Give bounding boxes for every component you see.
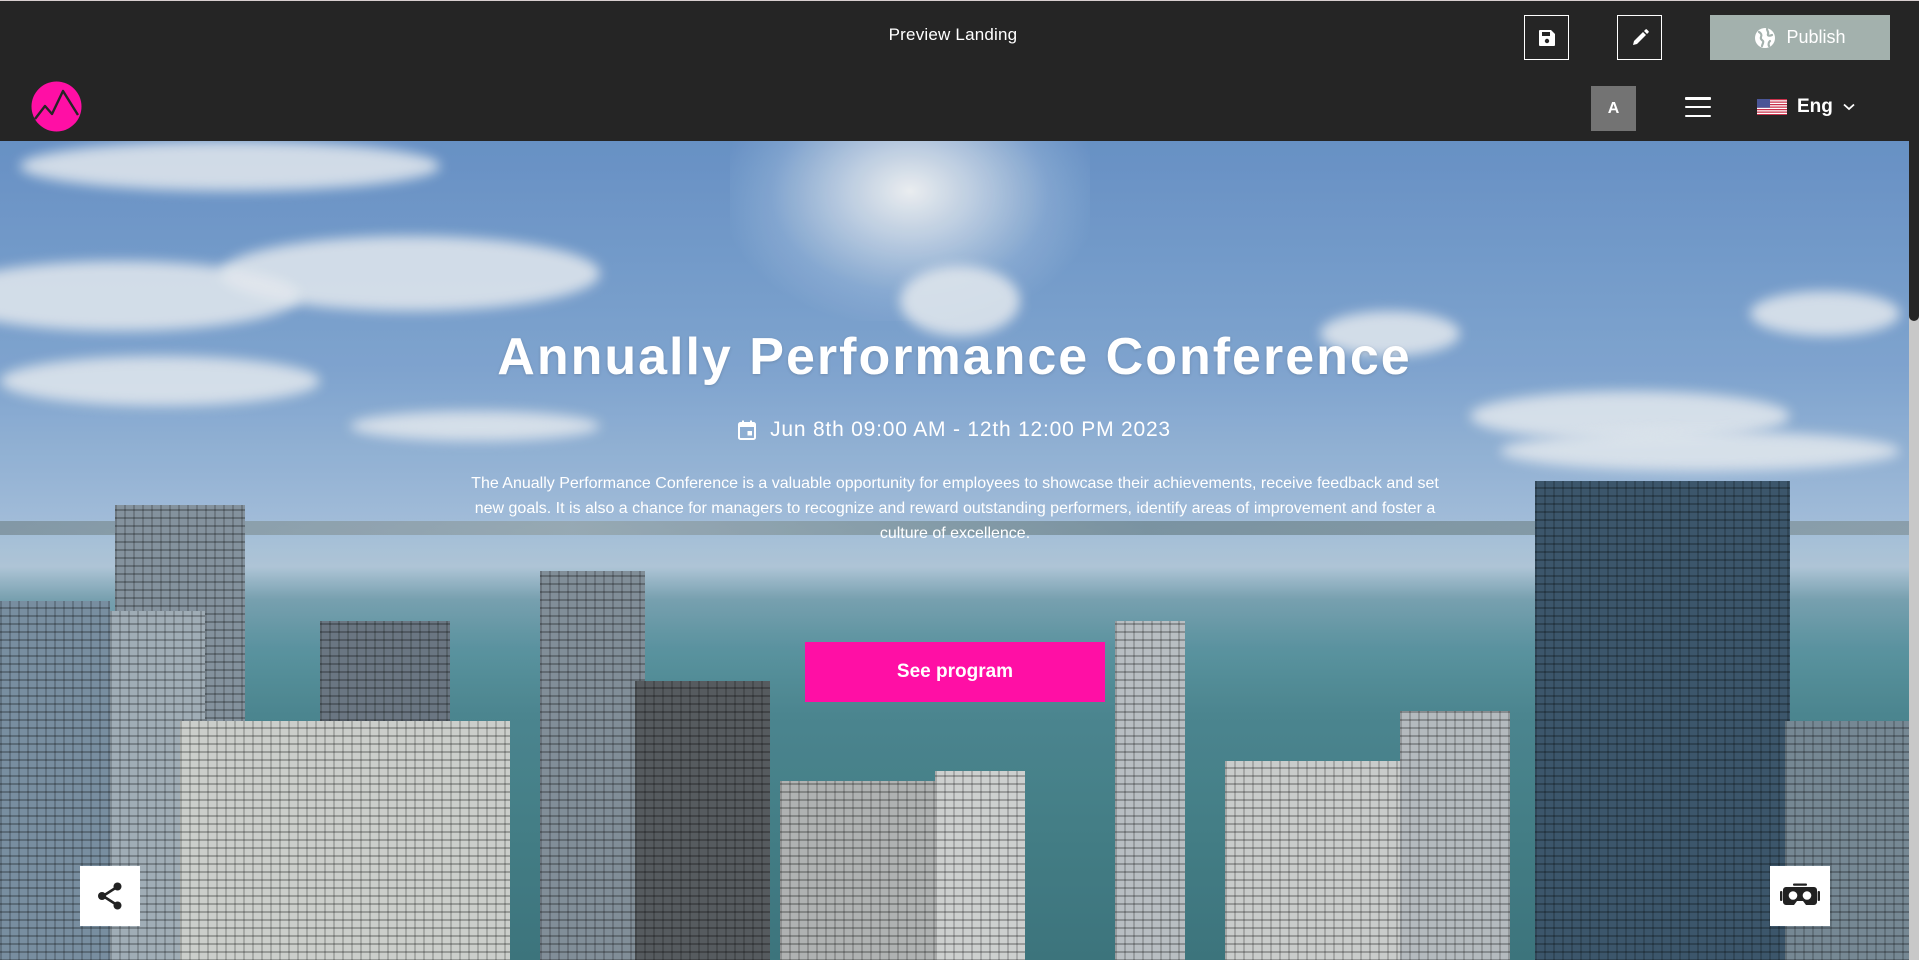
- see-program-button[interactable]: See program: [805, 642, 1105, 702]
- mountain-logo-icon[interactable]: [31, 81, 82, 132]
- chevron-down-icon: [1843, 103, 1855, 111]
- publish-button[interactable]: Publish: [1710, 15, 1890, 60]
- hero-section: Annually Performance Conference Jun 8th …: [0, 141, 1909, 960]
- pencil-icon: [1632, 28, 1649, 45]
- hero-overlay: [0, 141, 1909, 960]
- vr-headset-icon: [1780, 883, 1820, 905]
- event-date-text: Jun 8th 09:00 AM - 12th 12:00 PM 2023: [770, 418, 1171, 441]
- floppy-disk-icon: [1538, 29, 1555, 46]
- site-navbar: A Eng: [0, 72, 1919, 141]
- event-date: Jun 8th 09:00 AM - 12th 12:00 PM 2023: [0, 418, 1909, 442]
- calendar-icon: [738, 420, 757, 440]
- hamburger-icon[interactable]: [1683, 94, 1713, 120]
- scrollbar-thumb[interactable]: [1909, 141, 1919, 321]
- language-label: Eng: [1797, 96, 1833, 117]
- share-icon: [98, 882, 122, 910]
- avatar-initial: A: [1607, 99, 1620, 117]
- language-selector[interactable]: Eng: [1757, 91, 1855, 123]
- avatar-button[interactable]: A: [1591, 86, 1636, 131]
- hero-title: Annually Performance Conference: [497, 328, 1412, 386]
- share-button[interactable]: [80, 866, 140, 926]
- event-description: The Anually Performance Conference is a …: [471, 475, 1439, 542]
- page-scrollbar[interactable]: [1909, 141, 1919, 960]
- save-button[interactable]: [1524, 15, 1569, 60]
- editor-toolbar: Preview Landing Publish: [0, 0, 1919, 72]
- globe-icon: [1755, 27, 1776, 48]
- publish-label: Publish: [1786, 27, 1846, 47]
- vr-mode-button[interactable]: [1770, 866, 1830, 926]
- us-flag-icon: [1757, 99, 1787, 115]
- edit-button[interactable]: [1617, 15, 1662, 60]
